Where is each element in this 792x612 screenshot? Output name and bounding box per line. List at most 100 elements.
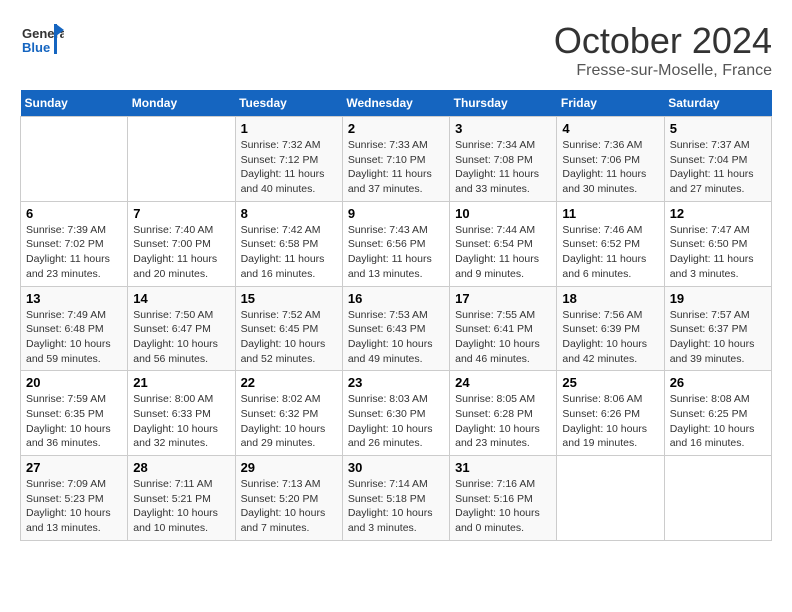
day-number: 12 [670,206,766,221]
day-number: 26 [670,375,766,390]
calendar-cell: 5 Sunrise: 7:37 AM Sunset: 7:04 PM Daylig… [664,117,771,202]
day-number: 9 [348,206,444,221]
day-info: Sunrise: 8:05 AM Sunset: 6:28 PM Dayligh… [455,392,551,451]
day-info: Sunrise: 7:55 AM Sunset: 6:41 PM Dayligh… [455,308,551,367]
day-info: Sunrise: 8:00 AM Sunset: 6:33 PM Dayligh… [133,392,229,451]
calendar-cell: 22Sunrise: 8:02 AM Sunset: 6:32 PM Dayli… [235,371,342,456]
day-number: 14 [133,291,229,306]
day-info: Sunrise: 7:33 AM Sunset: 7:10 PM Dayligh… [348,138,444,197]
day-info: Sunrise: 7:59 AM Sunset: 6:35 PM Dayligh… [26,392,122,451]
day-number: 4 [562,121,658,136]
day-info: Sunrise: 7:49 AM Sunset: 6:48 PM Dayligh… [26,308,122,367]
calendar-week-3: 13 Sunrise: 7:49 AM Sunset: 6:48 PM Dayli… [21,286,772,371]
weekday-header-thursday: Thursday [450,90,557,117]
calendar-cell: 20 Sunrise: 7:59 AM Sunset: 6:35 PM Dayli… [21,371,128,456]
calendar-cell: 10Sunrise: 7:44 AM Sunset: 6:54 PM Dayli… [450,201,557,286]
calendar-cell: 9 Sunrise: 7:43 AM Sunset: 6:56 PM Daylig… [342,201,449,286]
calendar-week-5: 27 Sunrise: 7:09 AM Sunset: 5:23 PM Dayli… [21,456,772,541]
day-number: 2 [348,121,444,136]
calendar-week-2: 6 Sunrise: 7:39 AM Sunset: 7:02 PM Daylig… [21,201,772,286]
day-number: 27 [26,460,122,475]
day-info: Sunrise: 8:08 AM Sunset: 6:25 PM Dayligh… [670,392,766,451]
calendar-cell: 1Sunrise: 7:32 AM Sunset: 7:12 PM Daylig… [235,117,342,202]
calendar-cell: 13 Sunrise: 7:49 AM Sunset: 6:48 PM Dayli… [21,286,128,371]
day-number: 5 [670,121,766,136]
location-subtitle: Fresse-sur-Moselle, France [554,62,772,80]
day-info: Sunrise: 8:06 AM Sunset: 6:26 PM Dayligh… [562,392,658,451]
calendar-cell: 11 Sunrise: 7:46 AM Sunset: 6:52 PM Dayli… [557,201,664,286]
calendar-cell: 4 Sunrise: 7:36 AM Sunset: 7:06 PM Daylig… [557,117,664,202]
calendar-cell [664,456,771,541]
day-number: 3 [455,121,551,136]
logo-icon: General Blue [20,20,64,64]
day-number: 10 [455,206,551,221]
day-info: Sunrise: 7:43 AM Sunset: 6:56 PM Dayligh… [348,223,444,282]
day-number: 1 [241,121,337,136]
calendar-cell [557,456,664,541]
weekday-header-row: SundayMondayTuesdayWednesdayThursdayFrid… [21,90,772,117]
day-info: Sunrise: 7:46 AM Sunset: 6:52 PM Dayligh… [562,223,658,282]
calendar-cell: 12 Sunrise: 7:47 AM Sunset: 6:50 PM Dayli… [664,201,771,286]
weekday-header-sunday: Sunday [21,90,128,117]
day-info: Sunrise: 8:02 AM Sunset: 6:32 PM Dayligh… [241,392,337,451]
weekday-header-monday: Monday [128,90,235,117]
calendar-cell: 28Sunrise: 7:11 AM Sunset: 5:21 PM Dayli… [128,456,235,541]
day-number: 15 [241,291,337,306]
day-number: 6 [26,206,122,221]
calendar-cell: 30 Sunrise: 7:14 AM Sunset: 5:18 PM Dayli… [342,456,449,541]
day-info: Sunrise: 7:37 AM Sunset: 7:04 PM Dayligh… [670,138,766,197]
svg-text:Blue: Blue [22,40,50,55]
day-info: Sunrise: 7:53 AM Sunset: 6:43 PM Dayligh… [348,308,444,367]
day-number: 19 [670,291,766,306]
calendar-table: SundayMondayTuesdayWednesdayThursdayFrid… [20,90,772,541]
calendar-cell: 8Sunrise: 7:42 AM Sunset: 6:58 PM Daylig… [235,201,342,286]
calendar-cell: 17 Sunrise: 7:55 AM Sunset: 6:41 PM Dayli… [450,286,557,371]
day-number: 31 [455,460,551,475]
weekday-header-saturday: Saturday [664,90,771,117]
calendar-cell: 31Sunrise: 7:16 AM Sunset: 5:16 PM Dayli… [450,456,557,541]
day-info: Sunrise: 7:50 AM Sunset: 6:47 PM Dayligh… [133,308,229,367]
calendar-cell: 16Sunrise: 7:53 AM Sunset: 6:43 PM Dayli… [342,286,449,371]
calendar-cell: 6 Sunrise: 7:39 AM Sunset: 7:02 PM Daylig… [21,201,128,286]
day-info: Sunrise: 7:13 AM Sunset: 5:20 PM Dayligh… [241,477,337,536]
day-number: 20 [26,375,122,390]
calendar-cell: 29 Sunrise: 7:13 AM Sunset: 5:20 PM Dayli… [235,456,342,541]
weekday-header-friday: Friday [557,90,664,117]
calendar-cell: 24 Sunrise: 8:05 AM Sunset: 6:28 PM Dayli… [450,371,557,456]
day-info: Sunrise: 7:11 AM Sunset: 5:21 PM Dayligh… [133,477,229,536]
day-number: 24 [455,375,551,390]
day-info: Sunrise: 7:36 AM Sunset: 7:06 PM Dayligh… [562,138,658,197]
title-block: October 2024 Fresse-sur-Moselle, France [554,20,772,80]
day-info: Sunrise: 7:14 AM Sunset: 5:18 PM Dayligh… [348,477,444,536]
calendar-week-1: 1Sunrise: 7:32 AM Sunset: 7:12 PM Daylig… [21,117,772,202]
day-info: Sunrise: 7:09 AM Sunset: 5:23 PM Dayligh… [26,477,122,536]
calendar-cell: 25Sunrise: 8:06 AM Sunset: 6:26 PM Dayli… [557,371,664,456]
calendar-cell: 19 Sunrise: 7:57 AM Sunset: 6:37 PM Dayli… [664,286,771,371]
day-number: 23 [348,375,444,390]
day-info: Sunrise: 7:47 AM Sunset: 6:50 PM Dayligh… [670,223,766,282]
day-number: 29 [241,460,337,475]
calendar-cell [128,117,235,202]
month-title: October 2024 [554,20,772,62]
day-number: 8 [241,206,337,221]
day-number: 13 [26,291,122,306]
page-header: General Blue October 2024 Fresse-sur-Mos… [20,20,772,80]
day-info: Sunrise: 7:34 AM Sunset: 7:08 PM Dayligh… [455,138,551,197]
day-info: Sunrise: 7:56 AM Sunset: 6:39 PM Dayligh… [562,308,658,367]
day-number: 7 [133,206,229,221]
calendar-cell: 2 Sunrise: 7:33 AM Sunset: 7:10 PM Daylig… [342,117,449,202]
calendar-cell: 18 Sunrise: 7:56 AM Sunset: 6:39 PM Dayli… [557,286,664,371]
day-info: Sunrise: 8:03 AM Sunset: 6:30 PM Dayligh… [348,392,444,451]
calendar-cell: 26 Sunrise: 8:08 AM Sunset: 6:25 PM Dayli… [664,371,771,456]
day-info: Sunrise: 7:39 AM Sunset: 7:02 PM Dayligh… [26,223,122,282]
day-number: 30 [348,460,444,475]
day-number: 11 [562,206,658,221]
day-number: 17 [455,291,551,306]
calendar-cell: 21Sunrise: 8:00 AM Sunset: 6:33 PM Dayli… [128,371,235,456]
day-info: Sunrise: 7:57 AM Sunset: 6:37 PM Dayligh… [670,308,766,367]
weekday-header-tuesday: Tuesday [235,90,342,117]
calendar-cell: 3 Sunrise: 7:34 AM Sunset: 7:08 PM Daylig… [450,117,557,202]
calendar-cell [21,117,128,202]
day-number: 18 [562,291,658,306]
calendar-cell: 27 Sunrise: 7:09 AM Sunset: 5:23 PM Dayli… [21,456,128,541]
